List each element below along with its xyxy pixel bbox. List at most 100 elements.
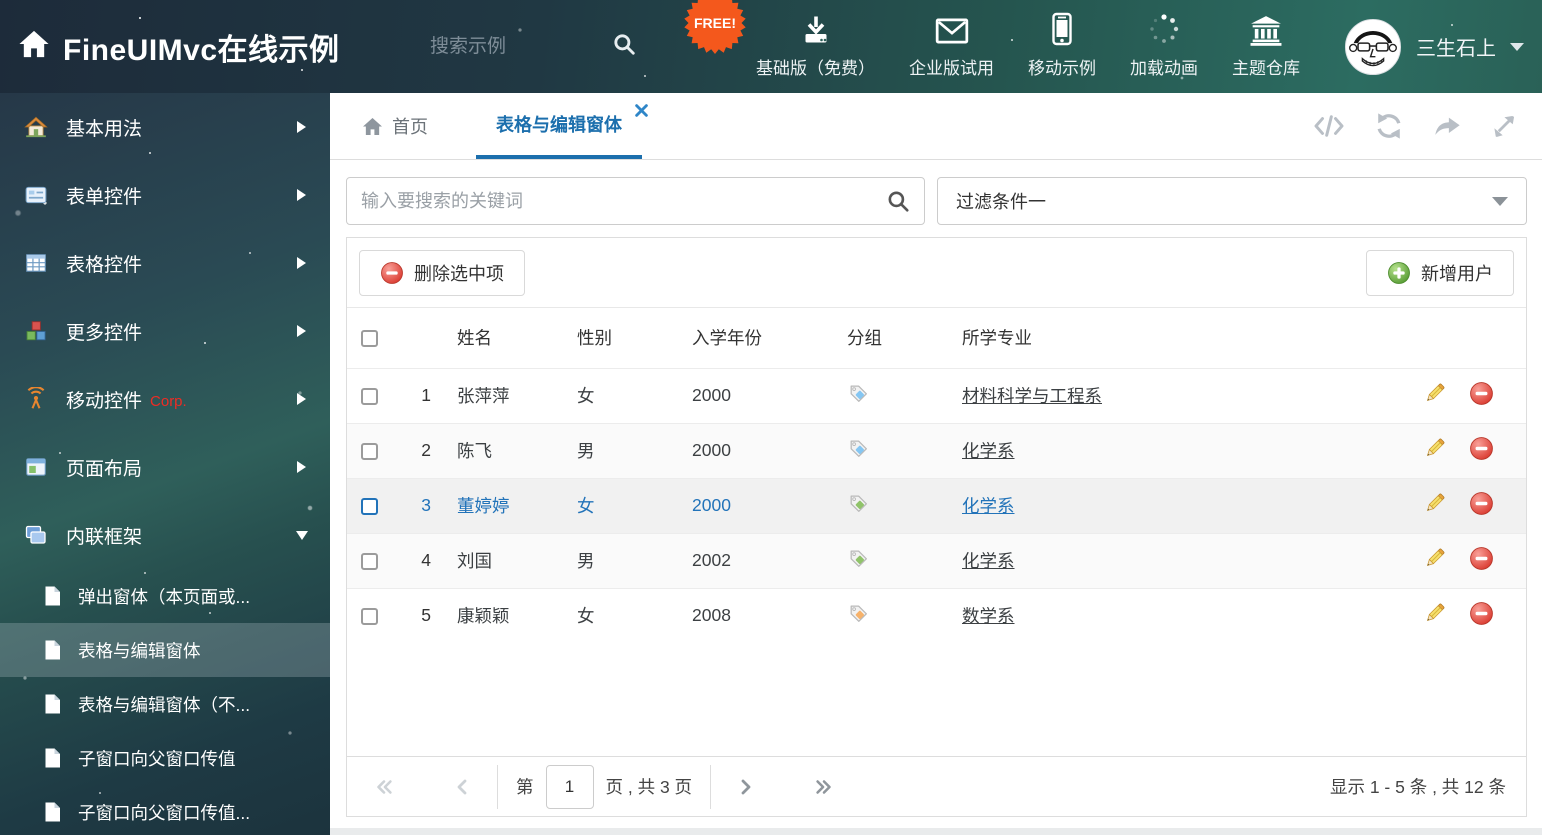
- pagination-bar: 第 页 , 共 3 页 显示 1 - 5 条 , 共 12 条: [347, 756, 1526, 816]
- filter-row: 过滤条件一: [346, 177, 1527, 225]
- row-checkbox[interactable]: [361, 442, 378, 460]
- cell-gender: 女: [569, 587, 684, 643]
- last-page-button[interactable]: [807, 777, 841, 797]
- search-icon[interactable]: [886, 189, 910, 213]
- close-icon[interactable]: [635, 104, 648, 117]
- top-search-input[interactable]: [430, 35, 590, 58]
- row-checkbox[interactable]: [361, 497, 378, 515]
- topnav-item[interactable]: 主题仓库: [1232, 12, 1300, 79]
- select-all-checkbox[interactable]: [361, 330, 378, 348]
- topnav-item[interactable]: 基础版（免费）: [756, 12, 875, 79]
- chevron-down-icon: [1492, 196, 1508, 206]
- top-search: [430, 0, 636, 93]
- row-number: 5: [393, 587, 449, 643]
- edit-icon[interactable]: [1422, 381, 1447, 406]
- topnav-item-label: 加载动画: [1130, 59, 1198, 78]
- row-checkbox[interactable]: [361, 387, 378, 405]
- table-row: 2 陈飞男 2000 化学系: [347, 422, 1526, 478]
- record-count-summary: 显示 1 - 5 条 , 共 12 条: [1329, 777, 1506, 797]
- cell-gender: 男: [569, 422, 684, 478]
- delete-icon[interactable]: [1469, 546, 1494, 571]
- sidebar-item[interactable]: 内联框架: [0, 501, 330, 569]
- bottom-strip: [330, 828, 1542, 835]
- sidebar-subitem[interactable]: 表格与编辑窗体（不...: [0, 677, 330, 731]
- row-checkbox[interactable]: [361, 608, 378, 626]
- major-link[interactable]: 化学系: [962, 441, 1015, 461]
- delete-selected-button[interactable]: 删除选中项: [359, 249, 525, 296]
- brand[interactable]: FineUIMvc在线示例: [18, 0, 340, 93]
- chevron-right-icon: [297, 257, 306, 269]
- topnav-item-label: 主题仓库: [1232, 59, 1300, 78]
- first-page-button[interactable]: [367, 777, 401, 797]
- cell-group: [839, 422, 954, 478]
- delete-icon[interactable]: [1469, 491, 1494, 516]
- cell-enroll-year: 2002: [684, 532, 839, 588]
- grid-panel: 删除选中项 新增用户 姓名 性别 入学年份 分组 所学专业 1 张萍萍女 2000 材: [346, 237, 1527, 817]
- page-label-prefix: 第: [516, 777, 534, 797]
- delete-selected-label: 删除选中项: [414, 263, 504, 284]
- prev-page-button[interactable]: [445, 777, 479, 797]
- tab-home[interactable]: 首页: [362, 93, 428, 159]
- tag-icon: [847, 437, 870, 460]
- next-page-button[interactable]: [729, 777, 763, 797]
- search-icon[interactable]: [612, 32, 636, 61]
- topnav-item[interactable]: 企业版试用: [909, 12, 994, 79]
- sidebar-item[interactable]: 表格控件: [0, 229, 330, 297]
- cell-enroll-year: 2000: [684, 367, 839, 423]
- divider: [497, 764, 498, 809]
- cell-name: 张萍萍: [449, 367, 569, 423]
- sidebar-subitem-label: 子窗口向父窗口传值...: [78, 802, 251, 823]
- tab-label: 首页: [392, 117, 428, 137]
- sidebar-subitem[interactable]: 子窗口向父窗口传值...: [0, 785, 330, 835]
- row-checkbox[interactable]: [361, 552, 378, 570]
- sidebar-item[interactable]: 表单控件: [0, 161, 330, 229]
- file-icon: [42, 693, 62, 715]
- form-icon: [24, 183, 48, 207]
- topnav-item[interactable]: 加载动画: [1130, 12, 1198, 79]
- major-link[interactable]: 化学系: [962, 496, 1015, 516]
- sidebar-subitem[interactable]: 子窗口向父窗口传值: [0, 731, 330, 785]
- phone-icon: [1051, 12, 1073, 46]
- open-new-window-icon[interactable]: [1432, 111, 1462, 141]
- user-menu[interactable]: 三生石上: [1344, 0, 1524, 93]
- home-icon: [18, 29, 50, 64]
- edit-icon[interactable]: [1422, 491, 1447, 516]
- sidebar-item[interactable]: 页面布局: [0, 433, 330, 501]
- file-icon: [42, 747, 62, 769]
- sidebar-item[interactable]: 移动控件 Corp.: [0, 365, 330, 433]
- main-content: 首页 表格与编辑窗体 输入要搜索的关键词 过滤条件一 删除选中项 新增用户 姓名…: [330, 93, 1542, 835]
- sidebar-subitem[interactable]: 表格与编辑窗体: [0, 623, 330, 677]
- fullscreen-icon[interactable]: [1490, 112, 1518, 140]
- major-link[interactable]: 数学系: [962, 606, 1015, 626]
- row-number-header: [393, 308, 449, 368]
- delete-icon[interactable]: [1469, 436, 1494, 461]
- topnav-item[interactable]: 移动示例: [1028, 12, 1096, 79]
- refresh-icon[interactable]: [1374, 111, 1404, 141]
- chevron-right-icon: [297, 325, 306, 337]
- tag-icon: [847, 547, 870, 570]
- tab-grid-edit-window[interactable]: 表格与编辑窗体: [476, 93, 648, 159]
- minus-circle-icon: [380, 261, 404, 285]
- filter-dropdown[interactable]: 过滤条件一: [937, 177, 1527, 225]
- bank-icon: [1248, 12, 1284, 46]
- major-link[interactable]: 化学系: [962, 551, 1015, 571]
- checkbox-cell: [347, 367, 393, 423]
- edit-icon[interactable]: [1422, 601, 1447, 626]
- add-user-button[interactable]: 新增用户: [1366, 249, 1514, 296]
- edit-icon[interactable]: [1422, 546, 1447, 571]
- delete-icon[interactable]: [1469, 381, 1494, 406]
- major-link[interactable]: 材料科学与工程系: [962, 386, 1102, 406]
- sidebar-item[interactable]: 基本用法: [0, 93, 330, 161]
- keyword-search-input[interactable]: [361, 190, 886, 212]
- sidebar-item[interactable]: 更多控件: [0, 297, 330, 365]
- cell-major: 化学系: [954, 422, 1414, 478]
- delete-icon[interactable]: [1469, 601, 1494, 626]
- edit-icon[interactable]: [1422, 436, 1447, 461]
- page-number-input[interactable]: [545, 764, 594, 809]
- column-header: 姓名: [457, 328, 492, 349]
- house-icon: [24, 115, 48, 139]
- source-code-icon[interactable]: [1312, 113, 1346, 139]
- sidebar-subitem[interactable]: 弹出窗体（本页面或...: [0, 569, 330, 623]
- avatar[interactable]: [1344, 18, 1402, 76]
- sidebar-item-label: 表单控件: [66, 186, 143, 208]
